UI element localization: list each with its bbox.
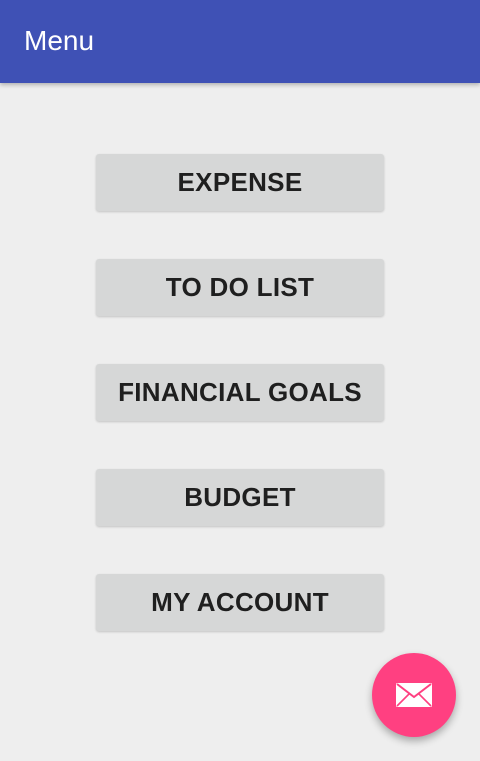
menu-list: EXPENSE TO DO LIST FINANCIAL GOALS BUDGE… bbox=[96, 154, 384, 679]
email-fab-button[interactable] bbox=[372, 653, 456, 737]
my-account-button[interactable]: MY ACCOUNT bbox=[96, 574, 384, 631]
financial-goals-button[interactable]: FINANCIAL GOALS bbox=[96, 364, 384, 421]
expense-button[interactable]: EXPENSE bbox=[96, 154, 384, 211]
budget-button[interactable]: BUDGET bbox=[96, 469, 384, 526]
page-title: Menu bbox=[24, 25, 95, 56]
mail-icon bbox=[396, 683, 432, 707]
app-bar: Menu bbox=[0, 0, 480, 83]
to-do-list-button[interactable]: TO DO LIST bbox=[96, 259, 384, 316]
